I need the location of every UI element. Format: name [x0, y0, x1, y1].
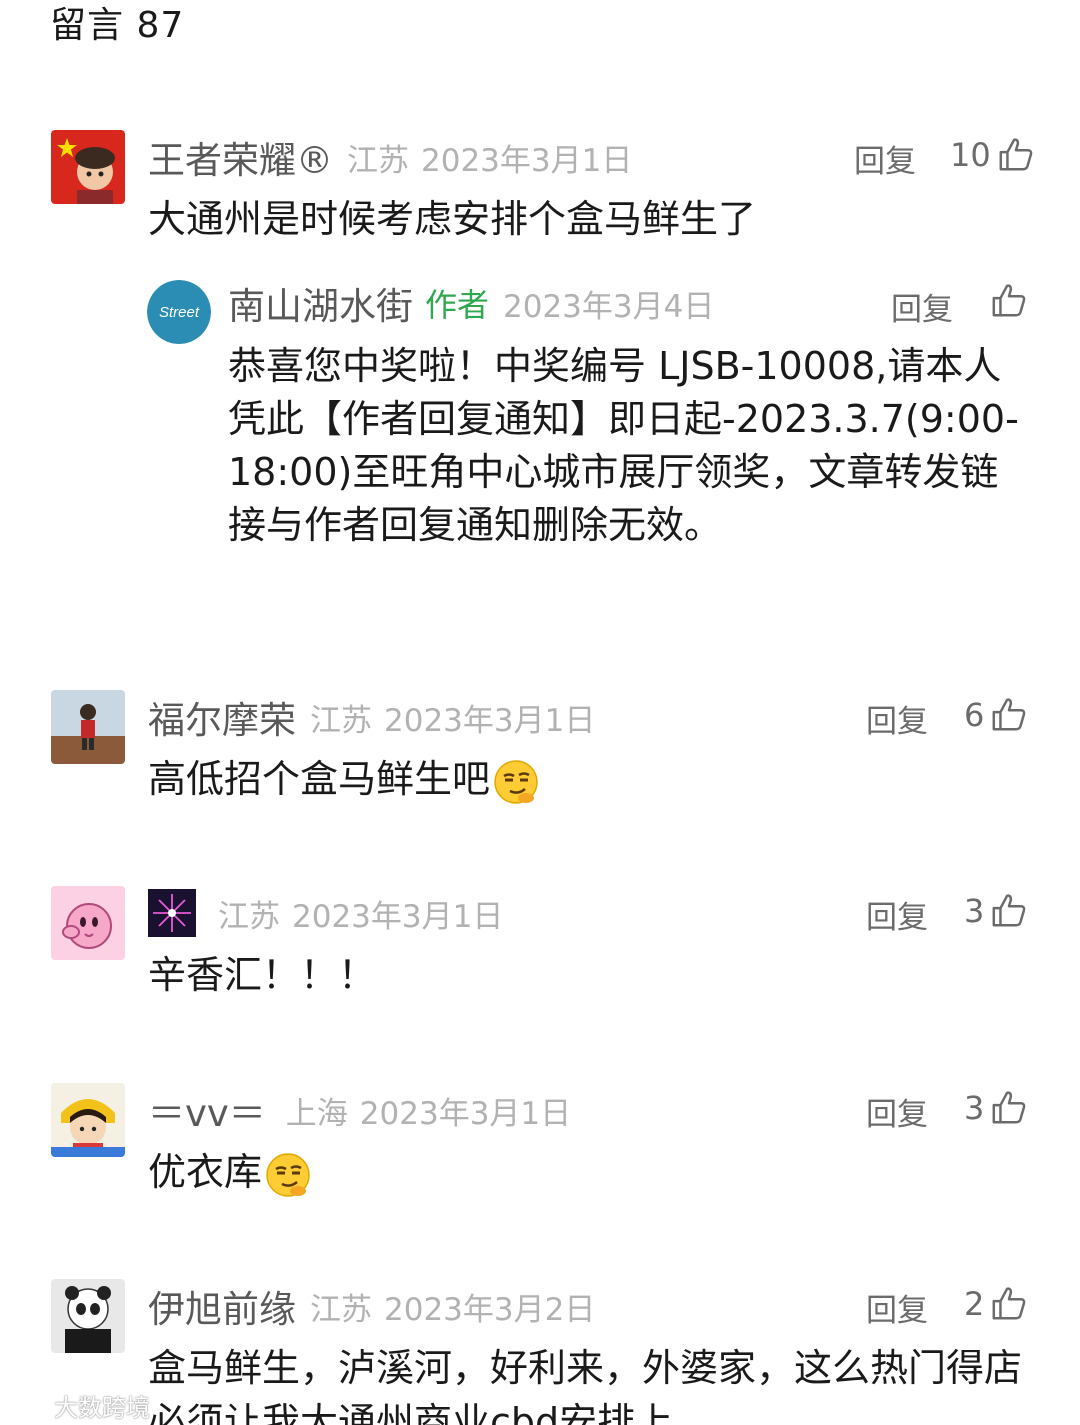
thumbs-up-icon — [992, 698, 1026, 731]
location: 江苏 — [347, 142, 409, 179]
comment-section: 留言 87 王者荣耀® 江苏 2023年3月1日 回复 10 大通州是时候考虑安… — [0, 0, 1080, 1425]
like-button[interactable]: 3 — [964, 892, 1028, 930]
location: 上海 — [285, 1095, 348, 1132]
firework-icon — [148, 889, 196, 937]
date: 2023年3月1日 — [384, 702, 596, 739]
location: 江苏 — [218, 898, 280, 935]
reply-button[interactable]: 回复 — [866, 1089, 928, 1134]
comment-body: 优衣库 — [148, 1150, 263, 1194]
nickname[interactable]: ＝vv＝ — [148, 1083, 266, 1137]
reply-button[interactable]: 回复 — [866, 892, 928, 937]
like-button[interactable]: 3 — [964, 1089, 1028, 1127]
smirk-emoji-icon — [266, 1152, 310, 1197]
nickname[interactable]: 王者荣耀® — [148, 130, 333, 184]
smirk-emoji-icon — [494, 759, 538, 804]
location: 江苏 — [310, 702, 372, 739]
author-badge: 作者 — [425, 286, 490, 324]
comment-text: 辛香汇！！！ — [148, 953, 377, 997]
comment-body: 高低招个盒马鲜生吧 — [148, 757, 491, 801]
avatar[interactable]: Street — [147, 280, 211, 344]
comment-text: 盒马鲜生，泸溪河，好利来，外婆家，这么热门得店必须让我大通州商业cbd安排上 — [148, 1346, 1023, 1425]
reply-button[interactable]: 回复 — [866, 1285, 928, 1330]
thumbs-up-icon — [992, 1091, 1026, 1124]
like-count: 10 — [950, 136, 991, 174]
like-count: 2 — [964, 1285, 985, 1323]
date: 2023年3月1日 — [292, 898, 504, 935]
reply-button[interactable]: 回复 — [866, 696, 928, 741]
avatar[interactable] — [51, 1279, 125, 1353]
avatar[interactable] — [51, 1083, 125, 1157]
nickname[interactable]: 伊旭前缘 — [148, 1279, 296, 1333]
watermark: 大数跨境 — [6, 1388, 150, 1423]
comments-header: 留言 87 — [50, 5, 185, 46]
comment-text: 高低招个盒马鲜生吧 — [148, 752, 1030, 806]
reply-button[interactable]: 回复 — [854, 136, 916, 181]
date: 2023年3月1日 — [359, 1095, 572, 1132]
date: 2023年3月4日 — [503, 288, 715, 325]
thumbs-up-icon — [992, 894, 1026, 927]
comment-text: 大通州是时候考虑安排个盒马鲜生了 — [148, 197, 757, 241]
location: 江苏 — [310, 1291, 372, 1328]
like-count: 6 — [964, 696, 985, 734]
nickname-image[interactable] — [148, 889, 196, 937]
thumbs-up-icon — [992, 1287, 1026, 1320]
nickname[interactable]: 福尔摩荣 — [148, 690, 296, 744]
like-button[interactable]: 10 — [950, 136, 1035, 174]
comment-text: 恭喜您中奖啦！中奖编号 LJSB-10008,请本人凭此【作者回复通知】即日起-… — [228, 344, 1019, 547]
like-button[interactable]: 6 — [964, 696, 1028, 734]
reply-button[interactable]: 回复 — [891, 284, 953, 329]
like-button[interactable]: 2 — [964, 1285, 1028, 1323]
date: 2023年3月1日 — [421, 142, 633, 179]
avatar[interactable] — [51, 690, 125, 764]
like-button[interactable] — [990, 282, 1028, 320]
thumbs-up-icon — [992, 284, 1026, 317]
like-count: 3 — [964, 1089, 985, 1127]
street-logo-text: Street — [159, 304, 200, 321]
watermark-text: 大数跨境 — [54, 1394, 150, 1422]
like-count: 3 — [964, 892, 985, 930]
thumbs-up-icon — [999, 138, 1033, 171]
avatar[interactable] — [51, 130, 125, 204]
comment-text: 优衣库 — [148, 1145, 1030, 1199]
avatar[interactable] — [51, 886, 125, 960]
watermark-logo-icon — [7, 1395, 47, 1416]
nickname[interactable]: 南山湖水街 — [228, 276, 413, 330]
date: 2023年3月2日 — [384, 1291, 596, 1328]
